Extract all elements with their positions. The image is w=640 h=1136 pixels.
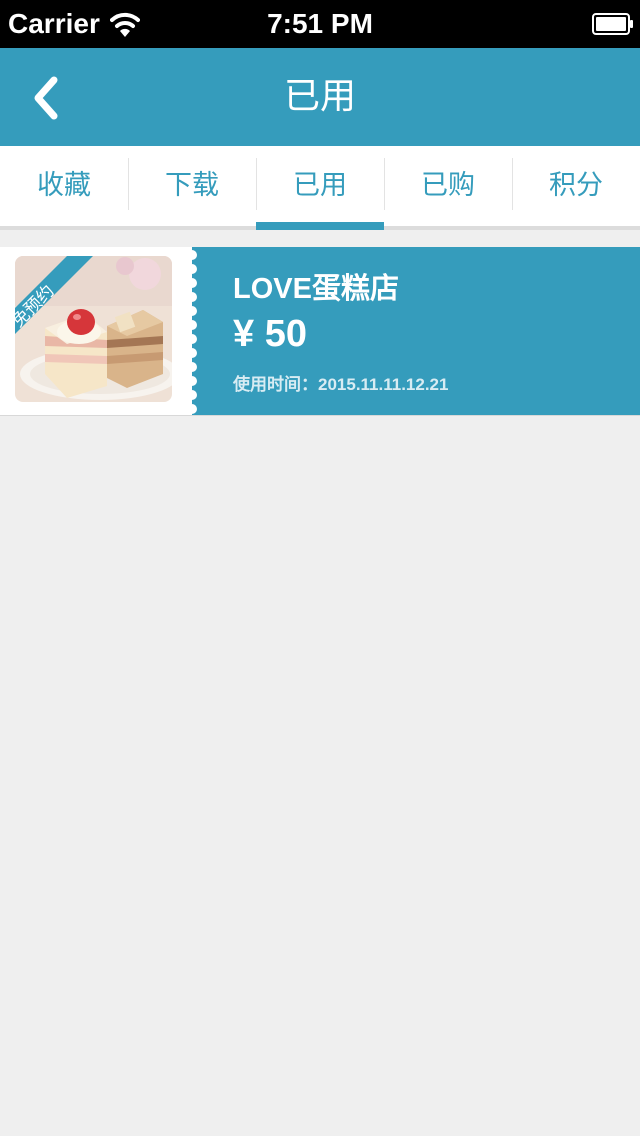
tab-downloads[interactable]: 下载 [128, 146, 256, 226]
coupon-list-item[interactable]: 免预约 LOVE蛋糕店 ¥ 50 使用时间：2015.11.11.12.21 [0, 247, 640, 416]
coupon-thumbnail: 免预约 [15, 256, 172, 402]
status-bar: Carrier 7:51 PM [0, 0, 640, 48]
tab-points[interactable]: 积分 [512, 146, 640, 226]
coupon-body: LOVE蛋糕店 ¥ 50 使用时间：2015.11.11.12.21 [192, 247, 640, 415]
coupon-price: ¥ 50 [233, 313, 307, 355]
navigation-bar: 已用 [0, 48, 640, 146]
cake-image: 免预约 [15, 256, 172, 402]
coupon-used-time: 使用时间：2015.11.11.12.21 [233, 375, 449, 394]
back-button[interactable] [20, 72, 76, 124]
active-tab-indicator [256, 222, 384, 230]
tab-used[interactable]: 已用 [256, 146, 384, 226]
screen: Carrier 7:51 PM 已用 收藏 下载 已用 已购 积分 免预约 LO… [0, 0, 640, 1136]
tab-purchased[interactable]: 已购 [384, 146, 512, 226]
battery-icon [592, 13, 633, 35]
page-title: 已用 [283, 76, 356, 117]
coupon-perforation [190, 250, 197, 414]
tab-favorites[interactable]: 收藏 [0, 146, 128, 226]
coupon-shop-name: LOVE蛋糕店 [233, 273, 399, 305]
status-time: 7:51 PM [267, 8, 373, 39]
tab-bar: 收藏 下载 已用 已购 积分 [0, 146, 640, 226]
chevron-left-icon [34, 76, 58, 120]
